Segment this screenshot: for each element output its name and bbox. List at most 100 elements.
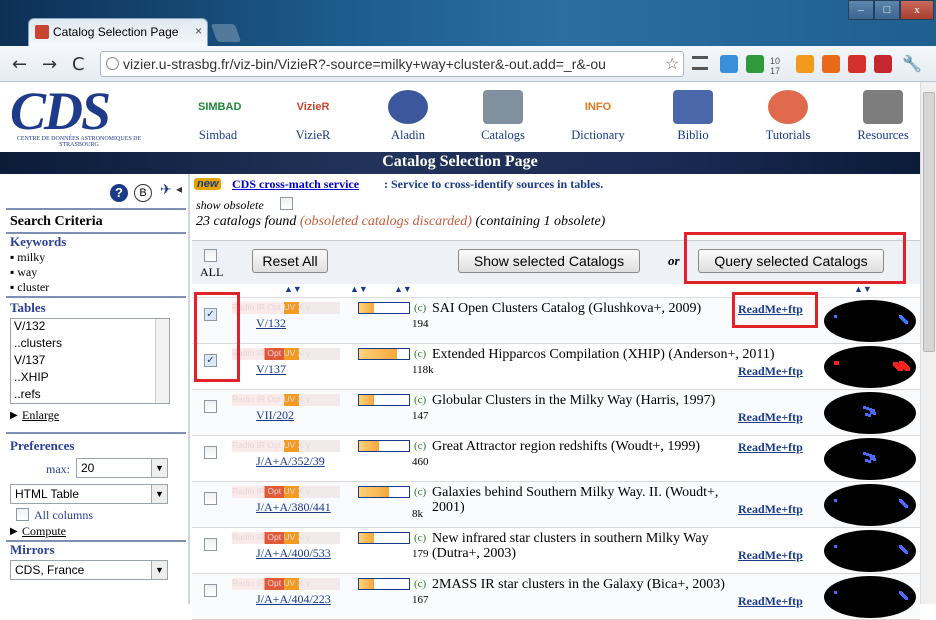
listbox-scrollbar[interactable] [155,319,169,403]
readme-ftp-link[interactable]: ReadMe+ftp [738,410,803,425]
sky-map-thumbnail[interactable] [824,484,916,526]
nav-label: Simbad [198,128,238,142]
readme-ftp-link[interactable]: ReadMe+ftp [738,364,803,379]
reset-all-button[interactable]: Reset All [252,249,328,273]
mirror-select-value: CDS, France [15,563,85,577]
scroll-thumb[interactable] [923,92,935,352]
page-scrollbar[interactable] [920,82,936,604]
back-icon[interactable]: ← [12,54,27,75]
catalog-id-link[interactable]: J/A+A/352/39 [256,454,325,469]
chevron-down-icon: ▼ [151,459,167,477]
readme-ftp-link[interactable]: ReadMe+ftp [738,502,803,517]
catalog-id-link[interactable]: V/137 [256,362,286,377]
sky-map-thumbnail[interactable] [824,392,916,434]
sort-icon[interactable]: ▲▼ [854,284,872,294]
compute-link[interactable]: Compute [22,524,66,539]
nav-label: Biblio [677,128,709,142]
tables-listbox[interactable]: V/132 ..clusters V/137 ..XHIP ..refs [10,318,170,404]
nav-item-aladin[interactable]: Aladin [360,82,456,152]
nav-item-vizier[interactable]: VizieR VizieR [265,82,361,152]
catalog-count: 118k [412,364,434,376]
divider [6,296,186,298]
nav-item-catalogs[interactable]: Catalogs [455,82,551,152]
nav-item-dictionary[interactable]: INFO Dictionary [550,82,646,152]
sky-map-point [899,499,902,502]
table-option[interactable]: ..refs [11,387,169,404]
calendar-extension-icon[interactable]: 10 17 [770,56,790,76]
help-icon[interactable]: ? [110,184,128,202]
table-option[interactable]: ..XHIP [11,370,169,387]
catalog-title: 2MASS IR star clusters in the Galaxy (Bi… [432,577,725,592]
music-extension-icon[interactable] [796,55,814,73]
readme-ftp-link[interactable]: ReadMe+ftp [738,440,803,455]
catalog-checkbox[interactable] [204,446,217,459]
nav-item-resources[interactable]: Resources [835,82,931,152]
show-obsolete-checkbox[interactable] [280,197,293,210]
extension-icon[interactable] [720,55,738,73]
tab-close-icon[interactable]: × [195,24,202,38]
mirror-select[interactable]: CDS, France ▼ [10,560,168,580]
pin-icon[interactable]: ✈ [160,182,172,199]
sky-map-thumbnail[interactable] [824,346,916,388]
catalog-id-link[interactable]: V/132 [256,316,286,331]
readme-ftp-link[interactable]: ReadMe+ftp [738,548,803,563]
catalog-row: Radio IR Opt UV X γ VII/202 147 (c) Globular… [192,390,920,436]
sort-icon[interactable]: ▲▼ [284,284,302,294]
readme-ftp-link[interactable]: ReadMe+ftp [738,594,803,609]
sky-map-thumbnail[interactable] [824,300,916,342]
crossmatch-link[interactable]: CDS cross-match service [232,177,359,192]
copyright-icon: (c) [414,302,427,314]
ad-extension-icon[interactable] [874,55,892,73]
tutorials-icon [768,90,808,124]
reload-icon[interactable]: C [72,54,85,75]
nav-item-biblio[interactable]: Biblio [645,82,741,152]
select-all-checkbox[interactable] [204,249,217,262]
cds-logo[interactable]: CDS Centre de Données astronomiques de S… [4,81,154,150]
or-label: or [668,253,680,268]
sky-map-point [899,591,902,594]
catalog-count: 8k [412,508,423,520]
catalog-size-bar [358,532,410,544]
browser-toolbar: ← → C vizier.u-strasbg.fr/viz-bin/VizieR… [0,46,936,82]
catalog-checkbox[interactable] [204,492,217,505]
catalog-id-link[interactable]: VII/202 [256,408,294,423]
format-select[interactable]: HTML Table ▼ [10,484,168,504]
menu-icon[interactable] [692,56,708,70]
minimize-button[interactable]: – [848,0,874,20]
catalog-checkbox[interactable] [204,400,217,413]
catalog-checkbox[interactable] [204,538,217,551]
catalog-checkbox[interactable] [204,584,217,597]
photo-extension-icon[interactable] [848,55,866,73]
catalog-id-link[interactable]: J/A+A/380/441 [256,500,331,515]
sky-map-thumbnail[interactable] [824,576,916,618]
table-option[interactable]: V/132 [11,319,169,336]
table-option[interactable]: V/137 [11,353,169,370]
browser-tab[interactable]: Catalog Selection Page × [28,18,208,46]
wrench-icon[interactable]: 🔧 [902,54,922,74]
nav-item-tutorials[interactable]: Tutorials [740,82,836,152]
tables-heading: Tables [10,300,46,315]
max-select[interactable]: 20 ▼ [76,458,168,478]
expand-arrow-icon: ▶ [10,410,18,421]
collapse-sidebar-icon[interactable]: ◂ [176,182,182,197]
checkmark-extension-icon[interactable] [746,55,764,73]
catalog-id-link[interactable]: J/A+A/404/223 [256,592,331,607]
show-selected-catalogs-button[interactable]: Show selected Catalogs [458,249,640,273]
nav-item-simbad[interactable]: SIMBAD Simbad [170,82,266,152]
enlarge-link[interactable]: Enlarge [22,408,59,423]
maximize-button[interactable]: □ [874,0,900,20]
sky-map-thumbnail[interactable] [824,530,916,572]
catalog-id-link[interactable]: J/A+A/400/533 [256,546,331,561]
bookmark-b-icon[interactable]: B [134,184,152,202]
k-extension-icon[interactable] [822,55,840,73]
address-bar[interactable]: vizier.u-strasbg.fr/viz-bin/VizieR?-sour… [100,51,684,77]
star-icon[interactable]: ☆ [665,54,679,74]
sort-icon[interactable]: ▲▼ [350,284,368,294]
close-window-button[interactable]: x [900,0,934,20]
forward-icon[interactable]: → [42,54,57,75]
new-tab-button[interactable] [210,24,242,42]
table-option[interactable]: ..clusters [11,336,169,353]
sky-map-thumbnail[interactable] [824,438,916,480]
all-columns-checkbox[interactable] [16,508,29,521]
sort-icon[interactable]: ▲▼ [394,284,412,294]
